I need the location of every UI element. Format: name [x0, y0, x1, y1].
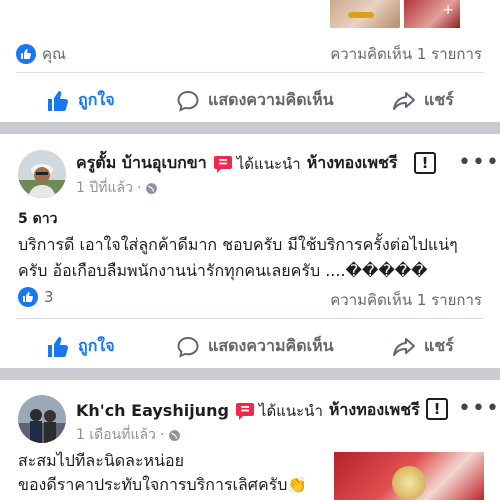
- photo-more-overlay-glyph: +: [442, 2, 454, 18]
- like-label: ถูกใจ: [78, 336, 115, 355]
- rating-label: 5 ดาว: [18, 211, 58, 227]
- report-flag-button[interactable]: !: [426, 398, 448, 420]
- post2-header-line: ครูตั้ม บ้านอุเบกขา ได้แนะนำ ห้างทองเพชร…: [76, 151, 397, 176]
- like-reaction-icon: [16, 44, 36, 64]
- comment-label: แสดงความคิดเห็น: [208, 90, 334, 109]
- share-label: แชร์: [424, 90, 454, 109]
- gold-bracelet-detail: [348, 12, 374, 18]
- comment-icon: [177, 90, 199, 112]
- comment-label: แสดงความคิดเห็น: [208, 336, 334, 355]
- post-text-line-2: ของดีราคาประทับใจการบริการเลิศครับ👏: [18, 475, 308, 494]
- post2-comment-button[interactable]: แสดงความคิดเห็น: [176, 334, 334, 359]
- share-arrow-icon: [393, 337, 415, 356]
- post2-reactions[interactable]: 3: [18, 287, 54, 307]
- post-time[interactable]: 1 ปีที่แล้ว: [76, 177, 133, 199]
- post-text: บริการดี เอาใจใส่ลูกค้าดีมาก ชอบครับ มีใ…: [18, 235, 458, 280]
- post-separator: [0, 368, 500, 380]
- recommends-label: ได้แนะนำ: [236, 154, 301, 173]
- comment-icon: [177, 336, 199, 358]
- post1-comments-count[interactable]: ความคิดเห็น 1 รายการ: [330, 42, 482, 66]
- dot-separator: ·: [136, 180, 142, 196]
- likes-count: 3: [44, 288, 54, 306]
- post-photo-thumbnail-left[interactable]: [330, 0, 400, 28]
- post3-header-line: Kh'ch Eayshijung ได้แนะนำ ห้างทองเพชรี: [76, 398, 420, 423]
- dot-separator: ·: [159, 427, 165, 443]
- post2-meta: 1 ปีที่แล้ว ·: [76, 177, 158, 199]
- more-options-button[interactable]: •••: [458, 152, 500, 174]
- thumbs-up-icon: [48, 336, 68, 357]
- like-label: ถูกใจ: [78, 90, 115, 109]
- post1-reactions[interactable]: คุณ: [16, 42, 66, 66]
- report-flag-button[interactable]: !: [414, 152, 436, 174]
- post2-comments-count[interactable]: ความคิดเห็น 1 รายการ: [330, 288, 482, 312]
- recommend-icon: [213, 154, 233, 174]
- recommends-label: ได้แนะนำ: [258, 401, 323, 420]
- author-name[interactable]: Kh'ch Eayshijung: [76, 401, 229, 420]
- author-name[interactable]: ครูตั้ม บ้านอุเบกขา: [76, 151, 207, 176]
- thumbs-up-icon: [48, 90, 68, 111]
- page-name[interactable]: ห้างทองเพชรี: [329, 398, 420, 423]
- post1-like-button[interactable]: ถูกใจ: [46, 88, 115, 113]
- author-avatar[interactable]: [18, 150, 66, 198]
- post-text-line-1: สะสมไปทีละนิดละหน่อย: [18, 451, 185, 470]
- globe-icon: [169, 429, 181, 441]
- reactor-name: คุณ: [42, 45, 66, 63]
- share-arrow-icon: [393, 91, 415, 110]
- post-photo-thumbnail-right[interactable]: +: [404, 0, 460, 28]
- author-avatar[interactable]: [18, 395, 66, 443]
- post2-like-button[interactable]: ถูกใจ: [46, 334, 115, 359]
- more-options-button[interactable]: •••: [458, 398, 500, 420]
- gold-coin-detail: [392, 466, 426, 500]
- post3-meta: 1 เดือนที่แล้ว ·: [76, 424, 181, 446]
- like-reaction-icon: [18, 287, 38, 307]
- post1-comment-button[interactable]: แสดงความคิดเห็น: [176, 88, 334, 113]
- globe-icon: [146, 182, 158, 194]
- post-time[interactable]: 1 เดือนที่แล้ว: [76, 424, 156, 446]
- page-name[interactable]: ห้างทองเพชรี: [307, 151, 398, 176]
- post-separator: [0, 122, 500, 134]
- recommend-icon: [235, 401, 255, 421]
- divider: [16, 318, 484, 319]
- post2-share-button[interactable]: แชร์: [392, 334, 454, 359]
- share-label: แชร์: [424, 336, 454, 355]
- post-photo[interactable]: [334, 452, 484, 500]
- post1-share-button[interactable]: แชร์: [392, 88, 454, 113]
- divider: [16, 72, 484, 73]
